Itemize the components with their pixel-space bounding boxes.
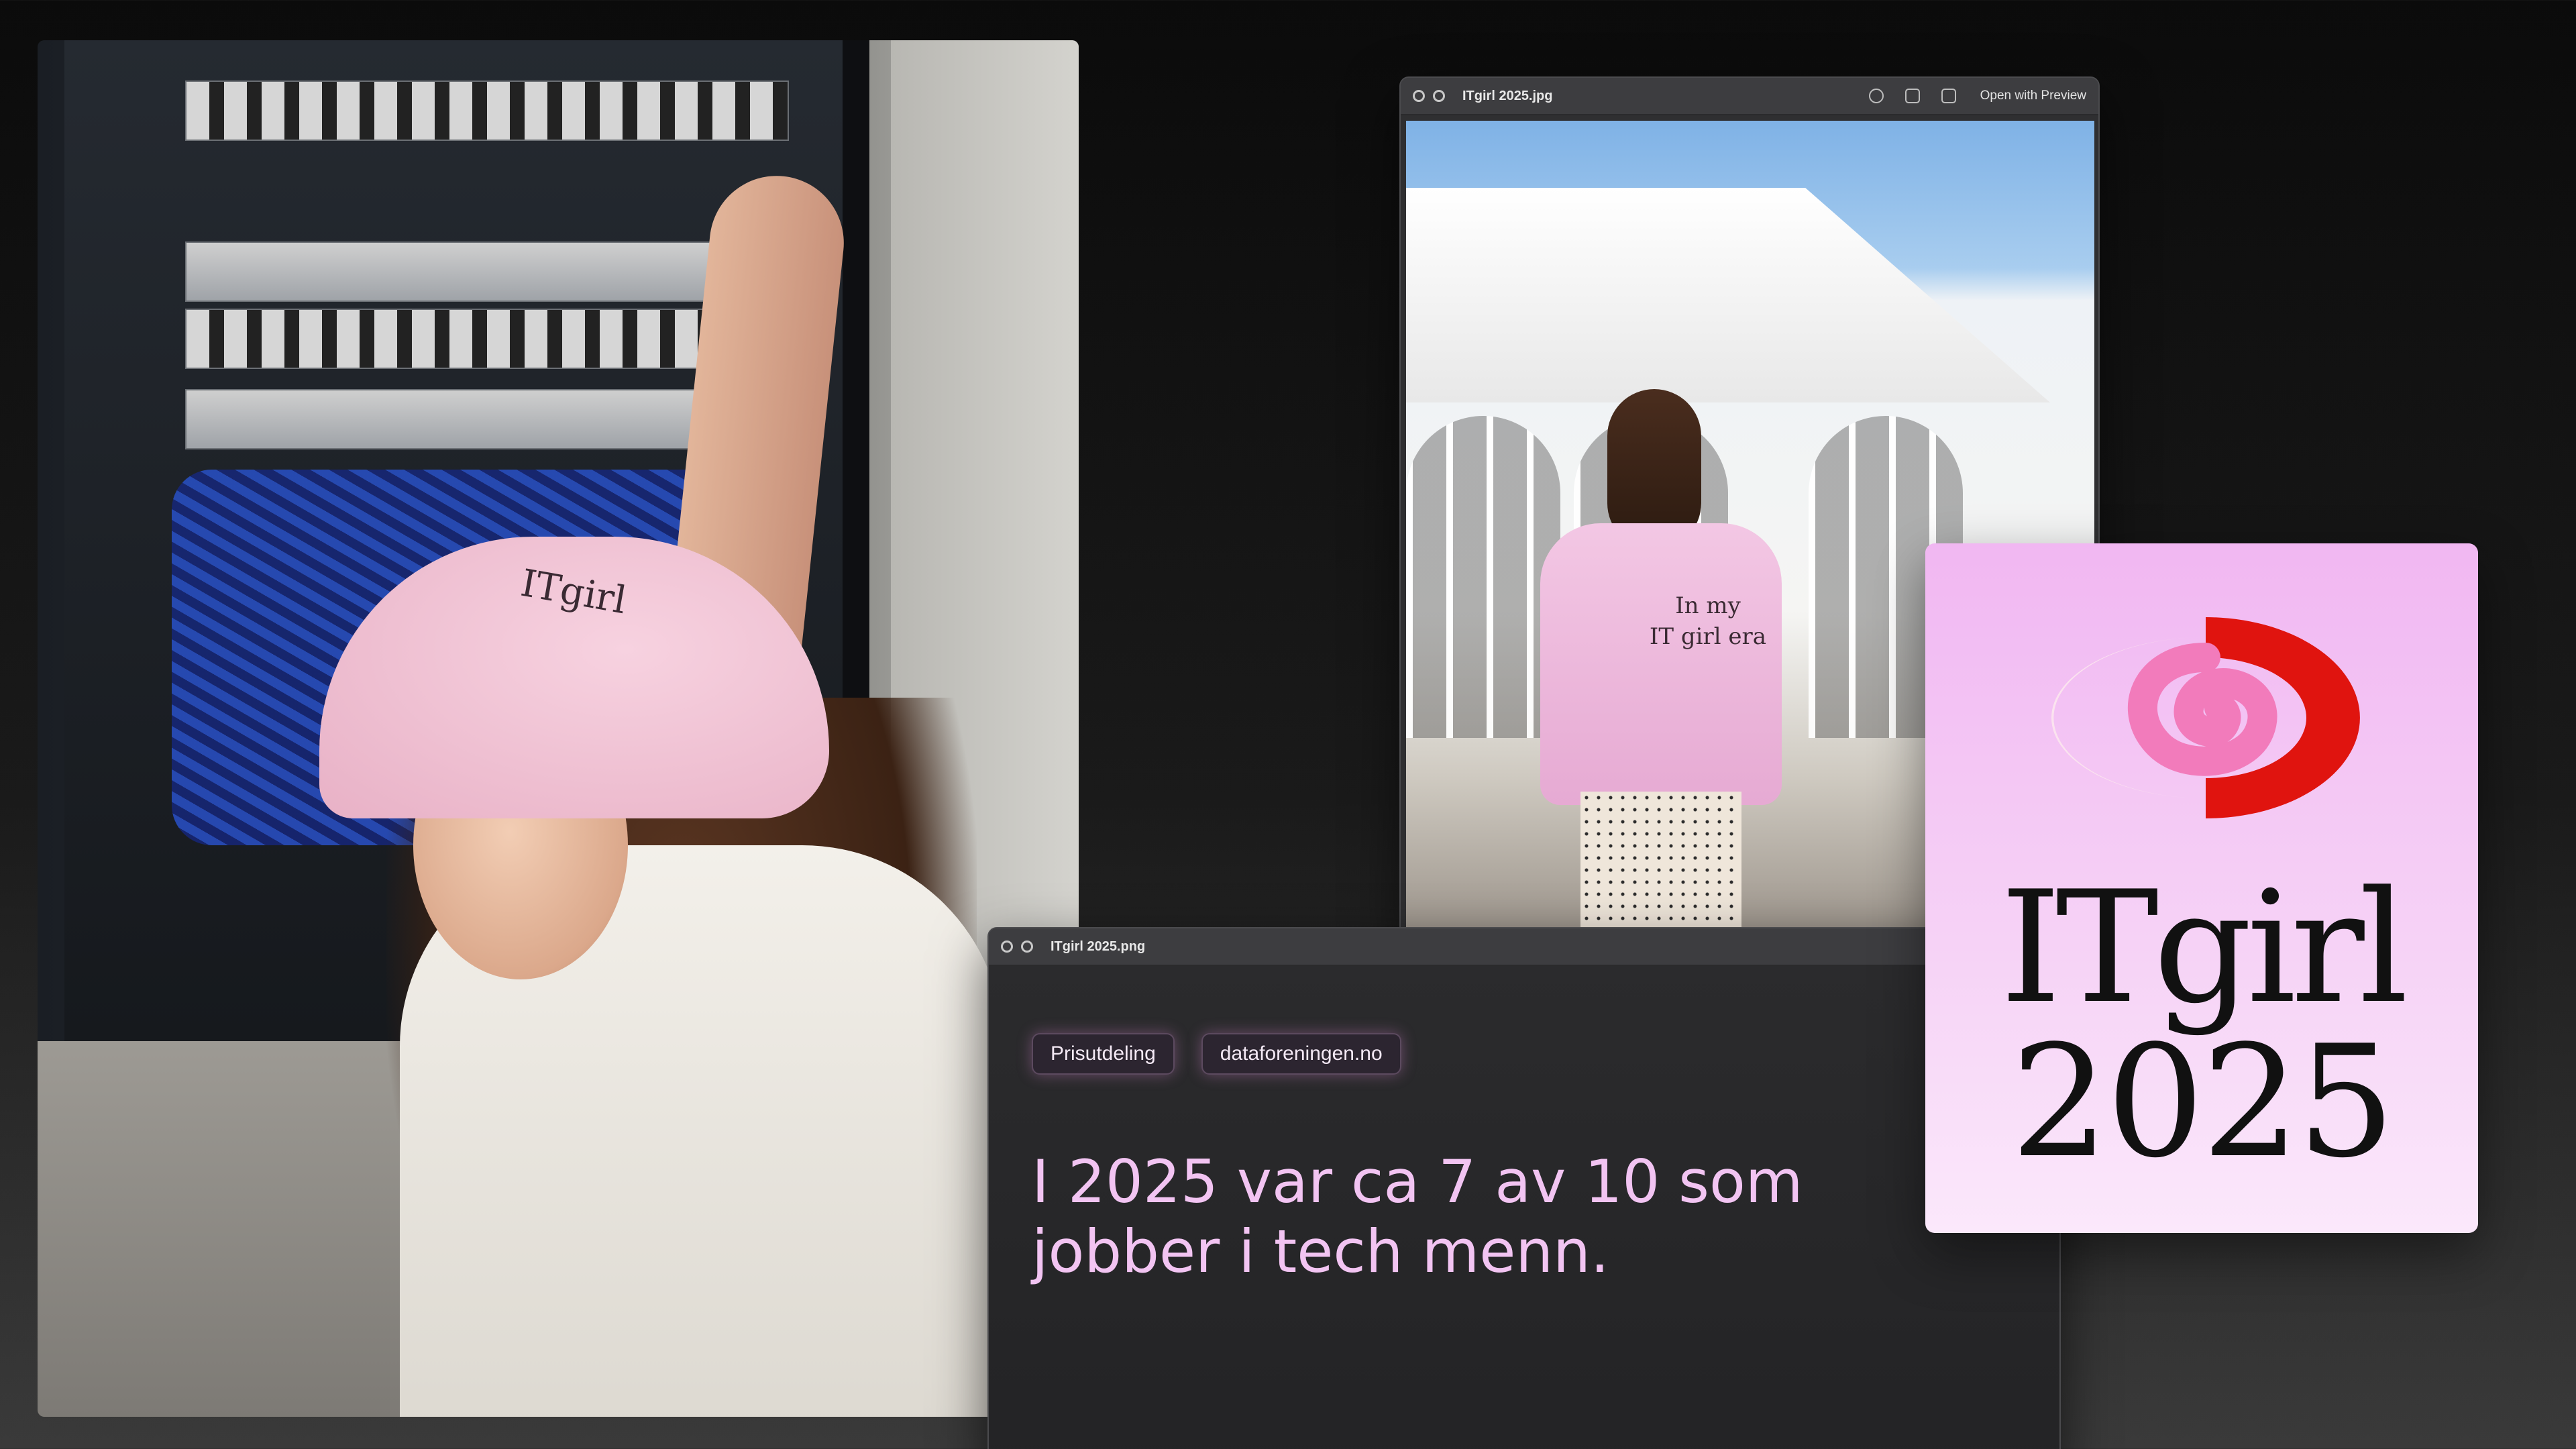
chip-dataforeningen: dataforeningen.no bbox=[1201, 1033, 1401, 1075]
tag-chips: Prisutdeling dataforeningen.no bbox=[1032, 1033, 1401, 1075]
pink-tshirt bbox=[1540, 523, 1782, 805]
rotate-icon[interactable] bbox=[1904, 89, 1920, 103]
close-icon[interactable] bbox=[1001, 941, 1013, 953]
swirl-logo-icon bbox=[2051, 617, 2360, 818]
window-titlebar[interactable]: ITgirl 2025.png bbox=[989, 928, 2059, 966]
markup-icon[interactable] bbox=[1868, 89, 1884, 103]
minimize-icon[interactable] bbox=[1021, 941, 1033, 953]
server-rack-photo: ITgirl bbox=[38, 40, 1079, 1417]
window-titlebar[interactable]: ITgirl 2025.jpg Open with Preview bbox=[1401, 78, 2098, 115]
preview-window-png[interactable]: ITgirl 2025.png Prisutdeling dataforenin… bbox=[987, 927, 2061, 1449]
logo-year: 2025 bbox=[2010, 1013, 2395, 1192]
headline: I 2025 var ca 7 av 10 som jobber i tech … bbox=[1032, 1147, 1971, 1287]
window-title: ITgirl 2025.png bbox=[1051, 938, 1146, 954]
headline-line-1: I 2025 var ca 7 av 10 som bbox=[1032, 1147, 1803, 1216]
close-icon[interactable] bbox=[1413, 90, 1425, 102]
patch-panel bbox=[185, 80, 789, 141]
slide-content: Prisutdeling dataforeningen.no I 2025 va… bbox=[989, 966, 2059, 1449]
switch-unit bbox=[185, 241, 789, 302]
tshirt-print: In my IT girl era bbox=[1641, 590, 1775, 652]
headline-line-2: jobber i tech menn. bbox=[1032, 1217, 1609, 1286]
logo-wordmark: ITgirl bbox=[2000, 859, 2409, 1038]
window-title: ITgirl 2025.jpg bbox=[1462, 88, 1553, 103]
polka-dot-skirt bbox=[1580, 792, 1741, 939]
open-with-preview-button[interactable]: Open with Preview bbox=[1980, 89, 2086, 103]
itgirl-logo-card: ITgirl 2025 bbox=[1925, 543, 2478, 1233]
minimize-icon[interactable] bbox=[1433, 90, 1445, 102]
chip-prisutdeling: Prisutdeling bbox=[1032, 1033, 1175, 1075]
tshirt-line-1: In my bbox=[1675, 592, 1741, 619]
tent-window bbox=[1406, 416, 1560, 738]
tshirt-line-2: IT girl era bbox=[1649, 623, 1767, 650]
tent-roof bbox=[1406, 188, 2050, 402]
share-icon[interactable] bbox=[1941, 89, 1956, 103]
